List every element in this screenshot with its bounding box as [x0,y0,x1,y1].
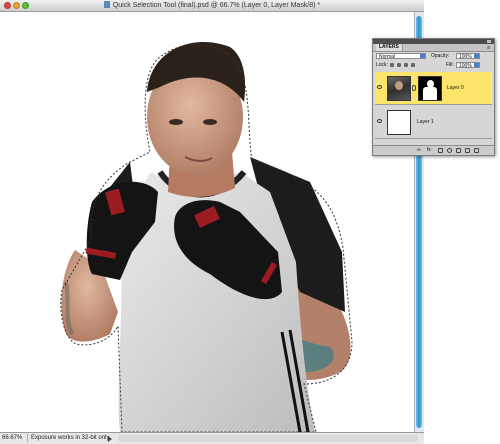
panel-bottom-bar: ∞ fx [373,145,494,155]
eye-icon[interactable] [377,85,382,89]
adjustment-layer-icon[interactable] [447,148,452,153]
layer-name[interactable]: Layer 0 [447,85,464,91]
lock-image-icon[interactable] [397,63,401,67]
panel-tabbar: LAYERS ≡ [373,44,494,52]
link-layers-button[interactable]: ∞ [417,147,421,153]
blend-row: Normal Opacity: 100% [373,53,494,62]
add-mask-icon[interactable] [438,148,443,153]
horizontal-scrollbar[interactable] [118,435,418,442]
lock-position-icon[interactable] [404,63,408,67]
tab-layers[interactable]: LAYERS [376,44,403,51]
layer-row-layer-0[interactable]: Layer 0 [375,72,492,105]
link-icon[interactable] [412,85,416,91]
document-canvas[interactable] [0,12,414,432]
layer-thumbnail [387,76,411,101]
document-icon [103,1,110,8]
new-layer-icon[interactable] [465,148,470,153]
lock-label: Lock: [376,62,388,68]
blend-mode-value: Normal [379,54,396,60]
new-group-icon[interactable] [456,148,461,153]
status-message[interactable]: Exposure works in 32-bit only [27,434,112,442]
document-title-area: Quick Selection Tool (final).psd @ 66.7%… [0,1,424,9]
layers-panel: LAYERS ≡ Normal Opacity: 100% Lock: Fill… [372,38,495,156]
layer-style-button[interactable]: fx [427,147,431,153]
opacity-label: Opacity: [431,53,450,59]
status-menu-arrow-icon[interactable] [108,436,112,442]
opacity-field[interactable]: 100% [456,53,480,60]
status-bar: 66.67% Exposure works in 32-bit only [0,432,424,444]
chevron-down-icon [474,54,479,58]
fill-value: 100% [459,63,472,69]
fighter-photo [60,42,353,432]
lock-all-icon[interactable] [411,63,415,67]
fill-field[interactable]: 100% [456,62,480,69]
layer-row-layer-1[interactable]: Layer 1 [375,106,492,139]
panel-menu-icon[interactable]: ≡ [487,45,490,51]
document-title: Quick Selection Tool (final).psd @ 66.7%… [112,2,321,9]
chevron-down-icon [474,63,479,67]
layer-name[interactable]: Layer 1 [417,119,434,125]
collapse-panel-icon[interactable] [487,40,491,43]
layer-mask-thumbnail[interactable] [418,76,442,101]
zoom-level-field[interactable]: 66.67% [2,435,22,442]
document-titlebar[interactable]: Quick Selection Tool (final).psd @ 66.7%… [0,0,424,12]
lock-row: Lock: Fill: 100% [373,62,494,71]
lock-transparency-icon[interactable] [390,63,394,67]
opacity-value: 100% [459,54,472,60]
chevron-down-icon [420,54,425,58]
blend-mode-select[interactable]: Normal [376,53,426,60]
fill-label: Fill: [446,62,454,68]
eye-icon[interactable] [377,119,382,123]
trash-icon[interactable] [474,148,479,153]
layer-thumbnail [387,110,411,135]
